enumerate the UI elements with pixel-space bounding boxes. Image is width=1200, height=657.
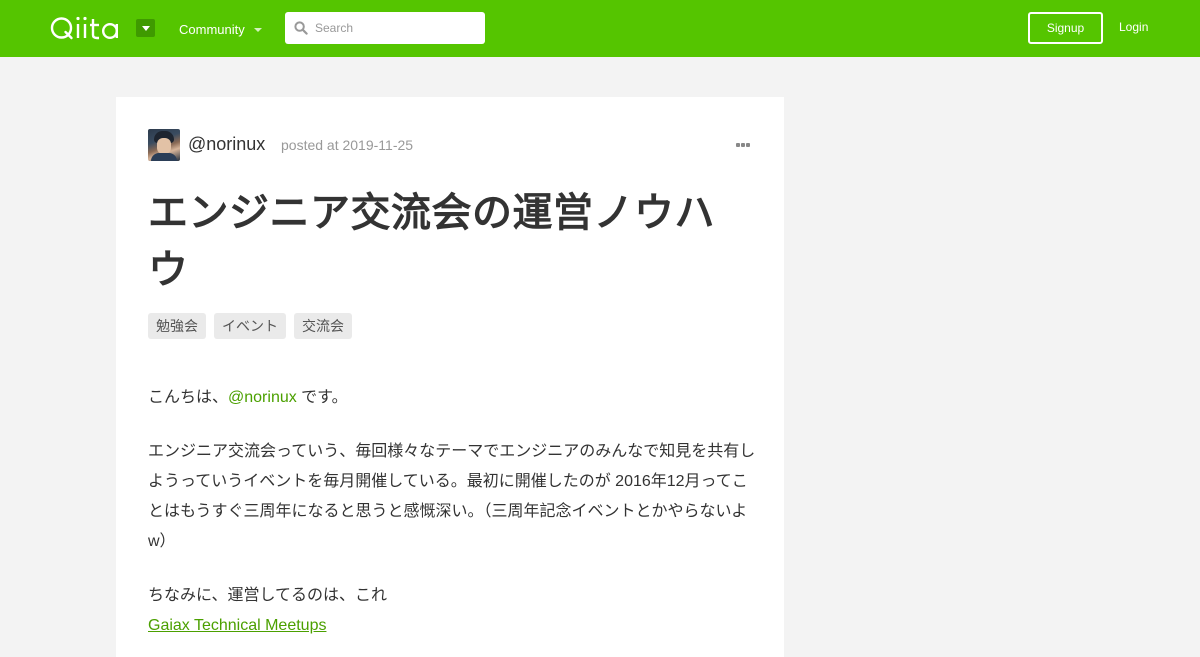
article-title: エンジニア交流会の運営ノウハウ [148, 191, 715, 292]
author-username[interactable]: @norinux [188, 134, 265, 155]
search-box[interactable] [285, 12, 485, 44]
greeting-suffix: です。 [296, 389, 348, 406]
login-link[interactable]: Login [1119, 20, 1148, 34]
greeting-prefix: こんちは、 [148, 389, 229, 406]
tag-list: 勉強会 イベント 交流会 [148, 313, 352, 339]
tag-item[interactable]: イベント [214, 313, 286, 339]
dot [736, 143, 740, 147]
dot [741, 143, 745, 147]
gaiax-meetups-link[interactable]: Gaiax Technical Meetups [148, 617, 326, 634]
chevron-down-icon [253, 28, 262, 32]
article-body: こんちは、@norinux です。 エンジニア交流会っていう、毎回様々なテーマで… [148, 383, 756, 641]
tag-item[interactable]: 交流会 [294, 313, 352, 339]
top-navigation-bar: Community Signup Login [0, 0, 1200, 57]
community-menu[interactable]: Community [179, 22, 262, 37]
search-input[interactable] [315, 12, 475, 44]
tag-item[interactable]: 勉強会 [148, 313, 206, 339]
avatar-body [151, 153, 177, 161]
qiita-logo-icon [50, 16, 119, 40]
avatar[interactable] [148, 129, 180, 161]
avatar-face [157, 138, 171, 154]
more-options-icon[interactable] [736, 143, 752, 148]
dot [746, 143, 750, 147]
author-mention-link[interactable]: @norinux [228, 389, 297, 406]
qiita-logo[interactable] [50, 14, 126, 42]
caret-down-icon [141, 25, 150, 31]
greeting-paragraph: こんちは、@norinux です。 [148, 383, 756, 413]
posted-date: posted at 2019-11-25 [281, 137, 414, 153]
search-icon [294, 21, 308, 35]
operator-paragraph: ちなみに、運営してるのは、これ [148, 587, 388, 604]
signup-button[interactable]: Signup [1028, 12, 1103, 44]
community-label: Community [179, 22, 245, 37]
logo-dropdown-button[interactable] [136, 19, 155, 37]
intro-paragraph: エンジニア交流会っていう、毎回様々なテーマでエンジニアのみんなで知見を共有しよう… [148, 443, 756, 550]
article-card: @norinux posted at 2019-11-25 エンジニア交流会の運… [116, 97, 784, 657]
meetups-link-paragraph: Gaiax Technical Meetups [148, 611, 756, 641]
